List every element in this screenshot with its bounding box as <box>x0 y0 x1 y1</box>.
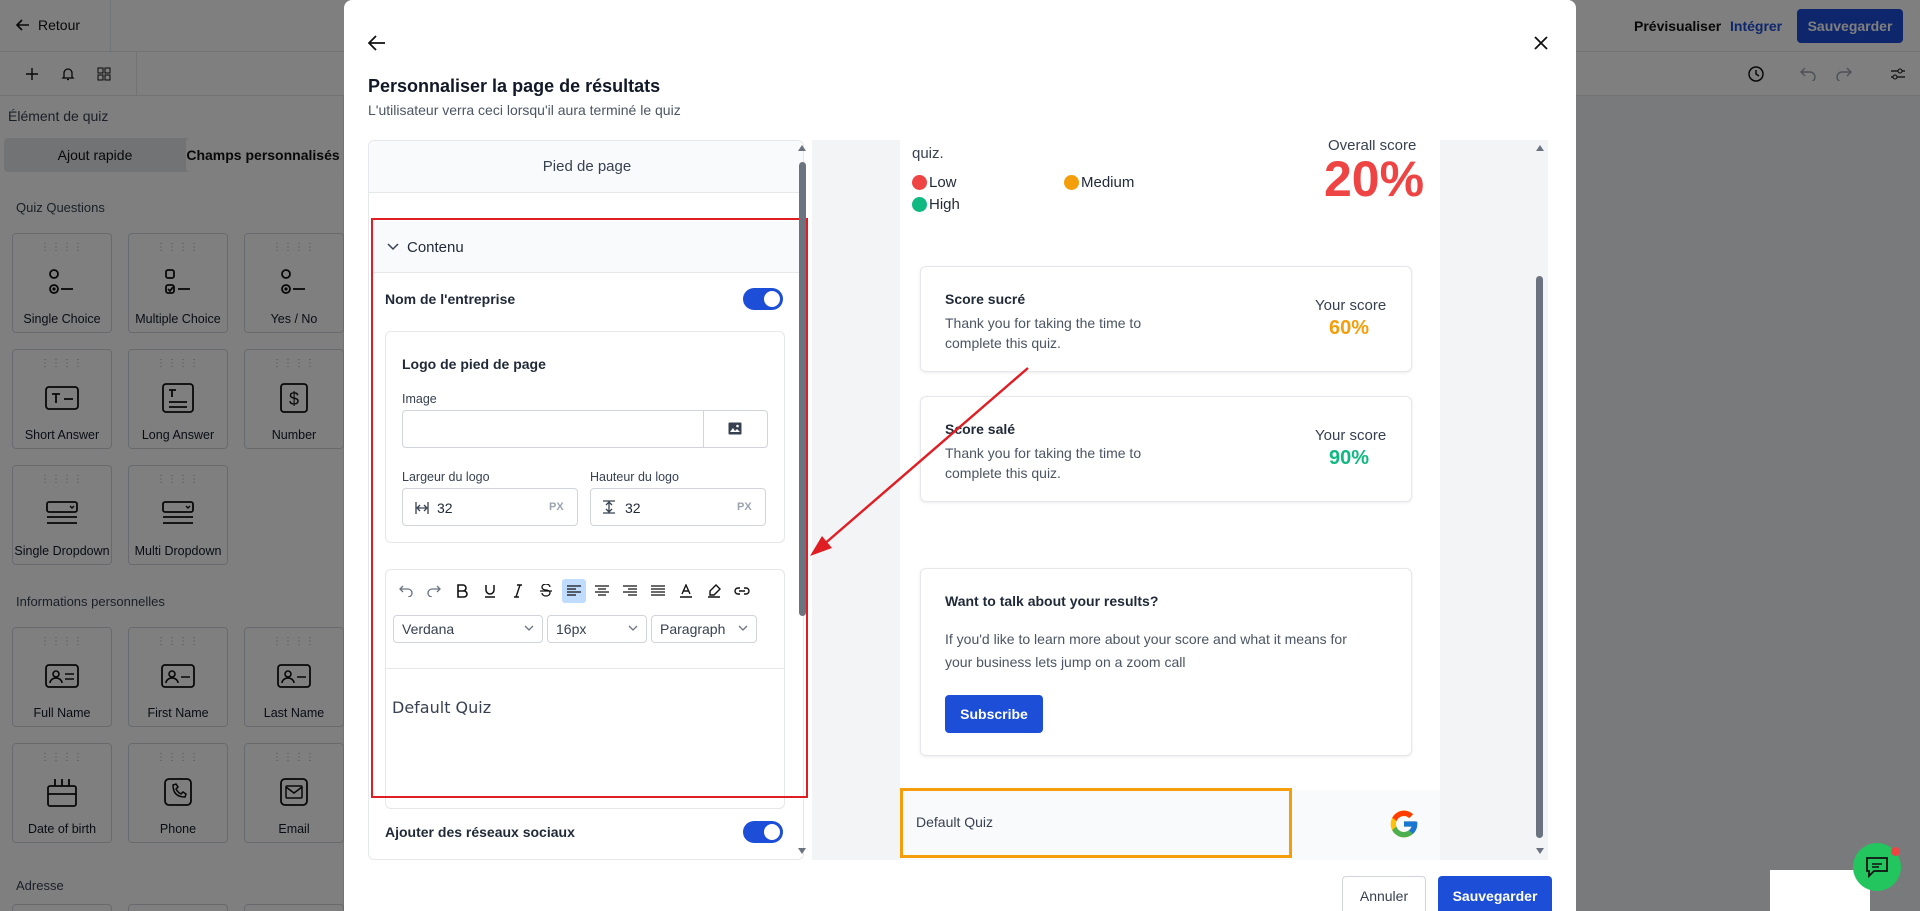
subscribe-button[interactable]: Subscribe <box>945 695 1043 733</box>
your-score-value: 60% <box>1329 317 1370 339</box>
legend-low: Low <box>912 174 957 191</box>
score-card: Score sucré Thank you for taking the tim… <box>920 266 1412 372</box>
your-score-value: 90% <box>1329 447 1370 469</box>
close-icon[interactable] <box>1534 36 1548 50</box>
chat-icon <box>1866 857 1888 879</box>
legend-high: High <box>912 196 960 213</box>
section-header-footer[interactable]: Pied de page <box>369 141 803 193</box>
legend-medium: Medium <box>1064 174 1134 191</box>
modal-title: Personnaliser la page de résultats <box>368 76 661 96</box>
cta-text-1: If you'd like to learn more about your s… <box>945 631 1347 647</box>
legend-label: High <box>929 196 960 213</box>
score-text-2: complete this quiz. <box>945 335 1061 351</box>
scroll-up-icon <box>1536 145 1544 151</box>
results-page-modal: Personnaliser la page de résultats L'uti… <box>344 0 1576 911</box>
cta-text-2: your business lets jump on a zoom call <box>945 654 1186 670</box>
score-title: Score sucré <box>945 291 1026 307</box>
legend-dot <box>912 197 927 212</box>
legend-dot <box>1064 175 1079 190</box>
preview-scrollbar-thumb[interactable] <box>1536 276 1543 838</box>
legend-dot <box>912 175 927 190</box>
google-logo-icon <box>1390 810 1418 838</box>
modal-subtitle: L'utilisateur verra ceci lorsqu'il aura … <box>368 102 681 118</box>
intro-fragment: quiz. <box>912 145 944 162</box>
your-score-label: Your score <box>1315 297 1387 314</box>
legend-label: Low <box>929 174 957 191</box>
overall-score-value: 20% <box>1324 151 1425 207</box>
annotation-arrow <box>810 367 1029 556</box>
cta-card: Want to talk about your results? If you'… <box>920 568 1412 756</box>
scroll-down-icon <box>798 848 806 854</box>
arrow-left-icon[interactable] <box>368 34 386 52</box>
annotation-box-orange <box>900 788 1292 858</box>
modal-save-button[interactable]: Sauvegarder <box>1438 876 1552 911</box>
scroll-up-icon <box>798 145 806 151</box>
your-score-label: Your score <box>1315 427 1387 444</box>
notification-dot <box>1891 847 1900 856</box>
social-networks-toggle[interactable] <box>743 821 783 843</box>
score-text-1: Thank you for taking the time to <box>945 315 1142 331</box>
cta-title: Want to talk about your results? <box>945 593 1159 609</box>
annotation-box-red <box>371 218 808 798</box>
legend-label: Medium <box>1081 174 1135 191</box>
scroll-down-icon <box>1536 848 1544 854</box>
social-networks-label: Ajouter des réseaux sociaux <box>385 824 575 840</box>
cancel-button[interactable]: Annuler <box>1342 876 1426 911</box>
